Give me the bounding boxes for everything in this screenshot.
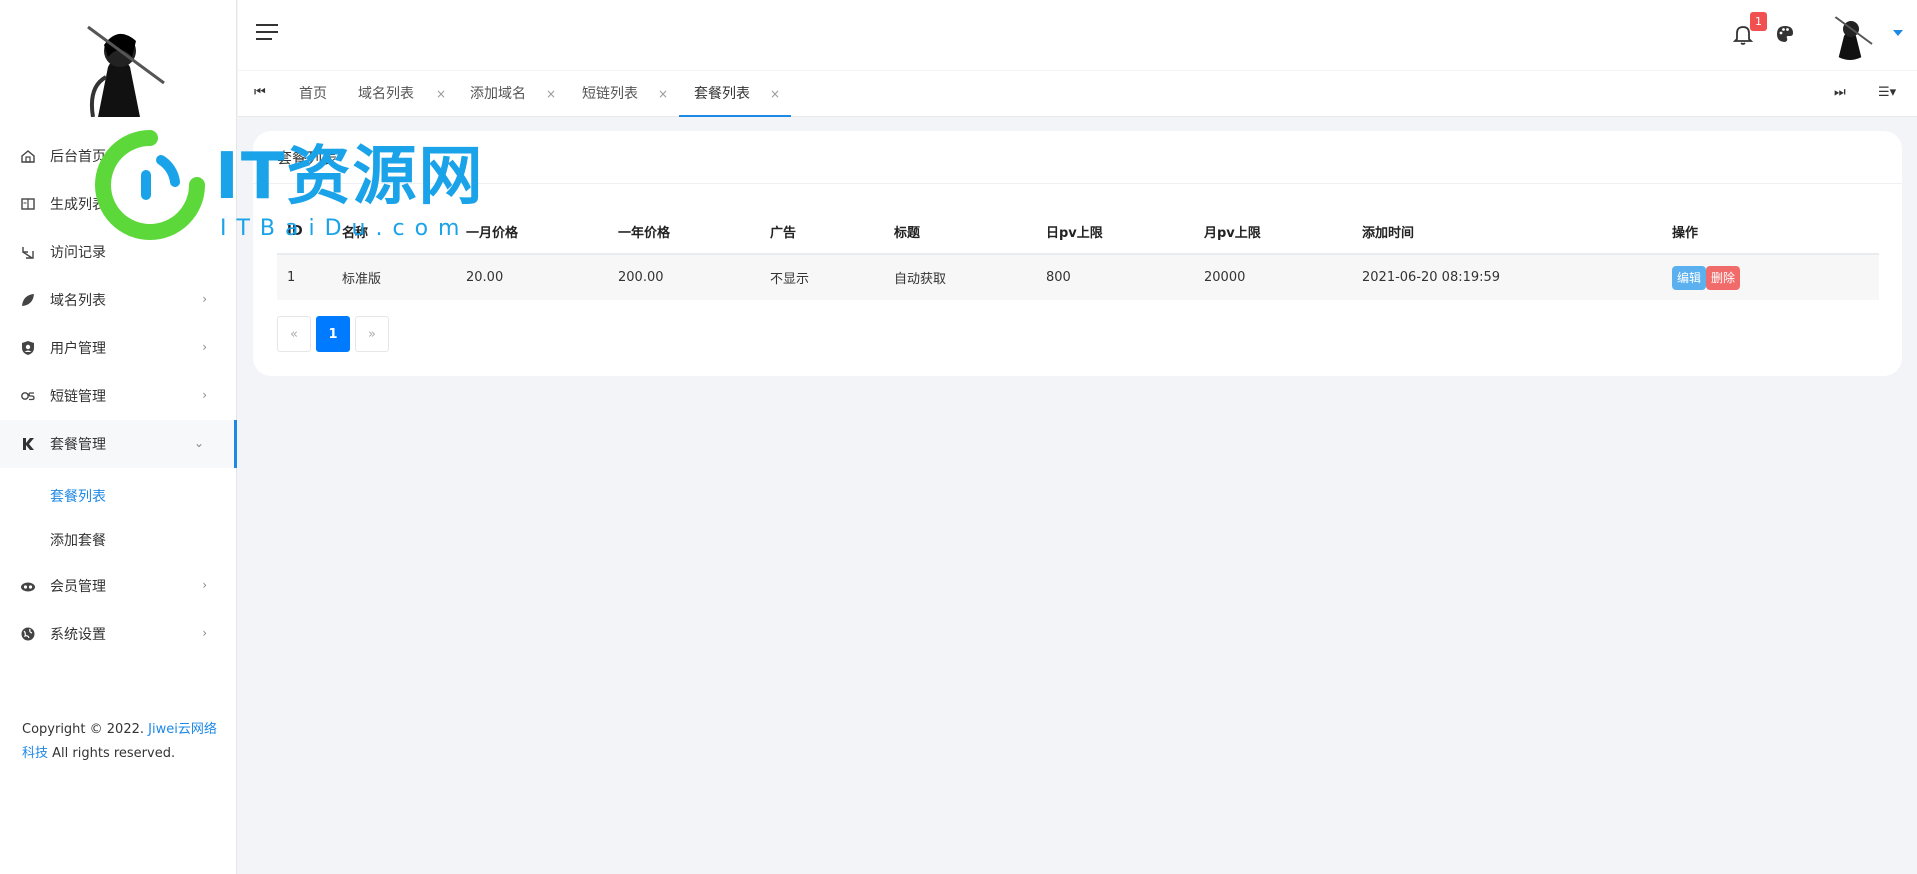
- close-icon[interactable]: ×: [546, 71, 556, 117]
- cell-ad: 不显示: [760, 254, 884, 300]
- chevron-right-icon: ›: [202, 388, 207, 402]
- chevron-right-icon: ›: [202, 292, 207, 306]
- close-icon[interactable]: ×: [436, 71, 446, 117]
- close-icon[interactable]: ×: [770, 71, 780, 117]
- col-header: 广告: [760, 210, 884, 255]
- sidebar-item-label: 系统设置: [50, 627, 106, 643]
- sidebar-item-label: 用户管理: [50, 341, 106, 357]
- card-title: 套餐列表: [277, 149, 338, 167]
- sidebar-item-label: 域名列表: [50, 293, 106, 309]
- cell-id: 1: [277, 254, 332, 300]
- k-icon: [20, 436, 36, 452]
- copyright-suffix: All rights reserved.: [48, 746, 176, 761]
- chevron-right-icon: ›: [202, 340, 207, 354]
- topbar: 1: [238, 0, 1917, 70]
- user-avatar[interactable]: [1826, 12, 1874, 60]
- book-icon: [20, 196, 36, 212]
- sidebar-nav: 后台首页 生成列表 访问记录 域名列表 › 用户管理 › 短链管理 › 套餐管理…: [0, 132, 237, 658]
- copyright-prefix: Copyright © 2022.: [22, 722, 149, 737]
- sidebar-item-access-log[interactable]: 访问记录: [0, 228, 237, 276]
- divider: [253, 183, 1902, 184]
- tab-label: 域名列表: [358, 86, 414, 102]
- chevron-right-icon: ›: [202, 578, 207, 592]
- tab-shortlink-list[interactable]: 短链列表 ×: [582, 71, 682, 117]
- cell-name: 标准版: [332, 254, 456, 300]
- col-header: 添加时间: [1352, 210, 1662, 255]
- sidebar-item-members[interactable]: 会员管理 ›: [0, 562, 237, 610]
- content-card: 套餐列表 ID 名称 一月价格 一年价格 广告 标题 日pv上限 月pv上限 添…: [253, 131, 1902, 376]
- user-shield-icon: [20, 340, 36, 356]
- history-icon: [20, 244, 36, 260]
- tab-add-domain[interactable]: 添加域名 ×: [470, 71, 570, 117]
- sidebar-item-users[interactable]: 用户管理 ›: [0, 324, 237, 372]
- col-header: ID: [277, 210, 332, 255]
- house-icon: [20, 148, 36, 164]
- page-next-button[interactable]: »: [355, 316, 389, 352]
- link-icon: [20, 388, 36, 404]
- table-row: 1 标准版 20.00 200.00 不显示 自动获取 800 20000 20…: [277, 254, 1879, 300]
- cell-day-pv: 800: [1036, 254, 1194, 300]
- sidebar-item-settings[interactable]: 系统设置 ›: [0, 610, 237, 658]
- sidebar: 后台首页 生成列表 访问记录 域名列表 › 用户管理 › 短链管理 › 套餐管理…: [0, 0, 237, 874]
- notification-badge: 1: [1750, 12, 1767, 31]
- sidebar-item-domains[interactable]: 域名列表 ›: [0, 276, 237, 324]
- cell-added-time: 2021-06-20 08:19:59: [1352, 254, 1662, 300]
- sidebar-item-label: 套餐管理: [50, 437, 106, 453]
- sidebar-item-dashboard[interactable]: 后台首页: [0, 132, 237, 180]
- table-header-row: ID 名称 一月价格 一年价格 广告 标题 日pv上限 月pv上限 添加时间 操…: [277, 210, 1879, 255]
- tab-home[interactable]: 首页: [299, 71, 339, 117]
- globe-icon: [20, 626, 36, 642]
- sidebar-item-label: 后台首页: [50, 149, 106, 165]
- col-header: 标题: [884, 210, 1036, 255]
- tab-menu-icon[interactable]: ☰▾: [1878, 85, 1896, 100]
- edit-button[interactable]: 编辑: [1672, 265, 1707, 290]
- cell-month-pv: 20000: [1194, 254, 1352, 300]
- sidebar-item-label: 会员管理: [50, 579, 106, 595]
- close-icon[interactable]: ×: [658, 71, 668, 117]
- caret-down-icon[interactable]: [1893, 30, 1903, 36]
- logo-avatar: [68, 17, 168, 118]
- sidebar-subitem-add-package[interactable]: 添加套餐: [0, 518, 237, 562]
- tab-label: 首页: [299, 86, 327, 102]
- copyright: Copyright © 2022. Jiwei云网络科技 All rights …: [22, 718, 222, 766]
- cell-title: 自动获取: [884, 254, 1036, 300]
- col-header: 一年价格: [608, 210, 760, 255]
- pagination: « 1 »: [277, 316, 394, 352]
- vip-icon: [20, 578, 36, 594]
- sidebar-item-packages[interactable]: 套餐管理 ⌄: [0, 420, 237, 468]
- sidebar-item-label: 短链管理: [50, 389, 106, 405]
- palette-icon[interactable]: [1775, 24, 1795, 44]
- menu-toggle-icon[interactable]: [256, 24, 278, 44]
- sidebar-subitem-package-list[interactable]: 套餐列表: [0, 474, 237, 518]
- tab-label: 添加域名: [470, 86, 526, 102]
- cell-actions: 编辑 删除: [1662, 254, 1879, 300]
- package-table: ID 名称 一月价格 一年价格 广告 标题 日pv上限 月pv上限 添加时间 操…: [277, 210, 1879, 300]
- tab-scroll-left-icon[interactable]: ⏮: [254, 85, 266, 100]
- cell-month-price: 20.00: [456, 254, 608, 300]
- page-prev-button[interactable]: «: [277, 316, 311, 352]
- tab-scroll-right-icon[interactable]: ⏭: [1834, 85, 1846, 100]
- tab-package-list[interactable]: 套餐列表 ×: [679, 71, 791, 117]
- delete-button[interactable]: 删除: [1706, 265, 1741, 290]
- col-header: 月pv上限: [1194, 210, 1352, 255]
- page-current-button[interactable]: 1: [316, 316, 350, 352]
- tab-label: 短链列表: [582, 86, 638, 102]
- col-header: 名称: [332, 210, 456, 255]
- sidebar-item-shortlinks[interactable]: 短链管理 ›: [0, 372, 237, 420]
- sidebar-item-generate-list[interactable]: 生成列表: [0, 180, 237, 228]
- tab-bar: ⏮ 首页 域名列表 × 添加域名 × 短链列表 × 套餐列表 × ⏭ ☰▾: [238, 71, 1917, 117]
- sidebar-item-label: 生成列表: [50, 197, 106, 213]
- chevron-down-icon: ⌄: [193, 436, 204, 450]
- chevron-right-icon: ›: [202, 626, 207, 640]
- col-header: 日pv上限: [1036, 210, 1194, 255]
- tab-label: 套餐列表: [694, 86, 750, 102]
- tab-domain-list[interactable]: 域名列表 ×: [358, 71, 458, 117]
- col-header: 操作: [1662, 210, 1879, 255]
- col-header: 一月价格: [456, 210, 608, 255]
- leaf-icon: [20, 292, 36, 308]
- sidebar-item-label: 访问记录: [50, 245, 106, 261]
- cell-year-price: 200.00: [608, 254, 760, 300]
